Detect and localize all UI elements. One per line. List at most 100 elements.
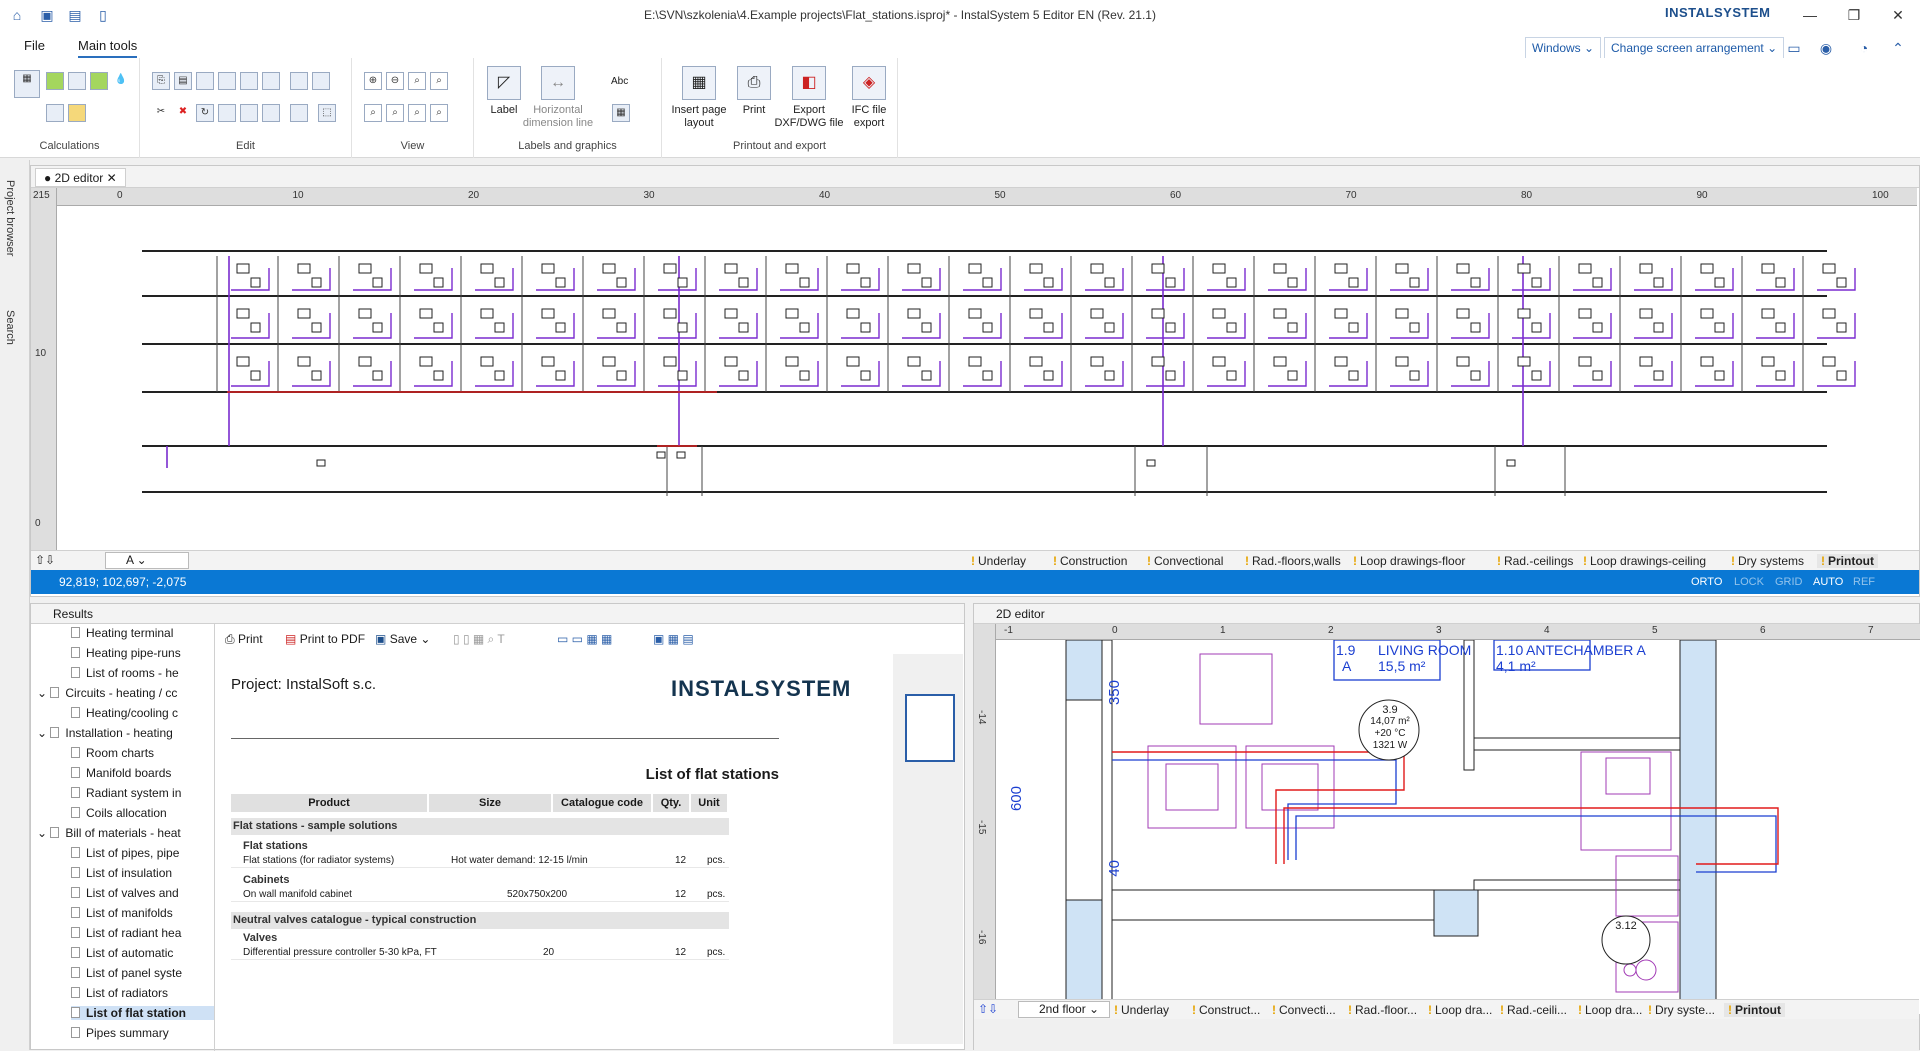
tree-item[interactable]: Coils allocation	[71, 806, 214, 820]
move-icon[interactable]	[240, 104, 258, 122]
mirror-icon[interactable]	[218, 104, 236, 122]
layer-loop-ceiling[interactable]: Loop drawings-ceiling	[1583, 554, 1706, 568]
report-tools-icon[interactable]: ▯ ▯ ▦ ⌕ T	[453, 632, 505, 647]
tree-item[interactable]: List of radiators	[71, 986, 214, 1000]
tree-item[interactable]: Manifold boards	[71, 766, 214, 780]
page-thumbnail[interactable]	[905, 694, 955, 762]
mode-orto[interactable]: ORTO	[1691, 570, 1722, 594]
tree-item[interactable]: Room charts	[71, 746, 214, 760]
zoom-extents-icon[interactable]: ⌕	[430, 72, 448, 90]
mode-grid[interactable]: GRID	[1775, 570, 1803, 594]
mode-auto[interactable]: AUTO	[1813, 570, 1843, 594]
tree-item[interactable]: List of manifolds	[71, 906, 214, 920]
array-icon[interactable]	[262, 104, 280, 122]
edit-tool-icon[interactable]	[196, 72, 214, 90]
search-tab[interactable]: Search	[4, 310, 16, 345]
close-button[interactable]: ✕	[1878, 4, 1918, 26]
layer-loop-ceiling[interactable]: Loop dra...	[1578, 1003, 1642, 1017]
mode-lock[interactable]: LOCK	[1734, 570, 1764, 594]
layer-underlay[interactable]: Underlay	[1114, 1003, 1169, 1017]
select-icon[interactable]: ⬚	[318, 104, 336, 122]
zoom-in-icon[interactable]: ⊕	[364, 72, 382, 90]
editor-tab[interactable]: ● 2D editor ✕	[35, 168, 126, 187]
page-view-icon[interactable]: ▣ ▦ ▤	[653, 632, 694, 646]
project-browser-tab[interactable]: Project browser	[4, 180, 16, 256]
tree-item[interactable]: Radiant system in	[71, 786, 214, 800]
export-dxf-button[interactable]: ◧ Export DXF/DWG file	[774, 66, 844, 130]
layer-printout[interactable]: Printout	[1724, 1003, 1785, 1017]
tree-item[interactable]: List of rooms - he	[71, 666, 214, 680]
floor-select[interactable]: A ⌄	[105, 552, 189, 569]
collapse-ribbon-icon[interactable]: ⌃	[1886, 37, 1910, 59]
layer-convectional[interactable]: Convecti...	[1272, 1003, 1336, 1017]
tree-item[interactable]: Heating/cooling c	[71, 706, 214, 720]
view-layout-icon[interactable]: ▭ ▭ ▦ ▦	[557, 632, 612, 646]
open-icon[interactable]: ▤	[66, 6, 84, 24]
text-style-button[interactable]: Abc	[611, 76, 628, 87]
calc-tool-icon[interactable]	[46, 104, 64, 122]
print-button[interactable]: ⎙ Print	[225, 632, 263, 647]
tree-item[interactable]: Heating pipe-runs	[71, 646, 214, 660]
pan-icon[interactable]: ⌕	[430, 104, 448, 122]
zoom-out-icon[interactable]: ⊖	[386, 72, 404, 90]
expand-icon[interactable]: ⌄	[37, 826, 50, 840]
tree-item[interactable]: List of panel syste	[71, 966, 214, 980]
zoom-next-icon[interactable]: ⌕	[408, 104, 426, 122]
tree-item[interactable]: List of automatic	[71, 946, 214, 960]
save-icon[interactable]: ▣	[38, 6, 56, 24]
layer-construction[interactable]: Construct...	[1192, 1003, 1260, 1017]
restore-button[interactable]: ❐	[1834, 4, 1874, 26]
print-button[interactable]: ⎙ Print	[734, 66, 774, 117]
tree-item[interactable]: List of valves and	[71, 886, 214, 900]
tree-item[interactable]: List of pipes, pipe	[71, 846, 214, 860]
table-icon[interactable]: ▦	[612, 104, 630, 122]
rotate-icon[interactable]: ↻	[196, 104, 214, 122]
tree-item[interactable]: Heating terminal	[71, 626, 214, 640]
tree-item[interactable]: List of insulation	[71, 866, 214, 880]
delete-icon[interactable]: ✖	[174, 104, 192, 122]
tree-item[interactable]: List of radiant hea	[71, 926, 214, 940]
layer-rad-ceilings[interactable]: Rad.-ceilings	[1497, 554, 1573, 568]
mode-ref[interactable]: REF	[1853, 570, 1875, 594]
calc-yellow-icon[interactable]	[68, 104, 86, 122]
monitor-icon[interactable]: ▭	[1782, 37, 1806, 59]
tree-item[interactable]: List of flat station	[71, 1006, 214, 1020]
database-icon[interactable]: ◉	[1814, 37, 1838, 59]
tree-item[interactable]: ⌄ Installation - heating	[37, 726, 214, 740]
paste-icon[interactable]: ▤	[174, 72, 192, 90]
layer-icon[interactable]	[312, 72, 330, 90]
horizontal-dimension-button[interactable]: ↔ Horizontal dimension line	[516, 66, 600, 130]
drop-icon[interactable]: 💧	[112, 72, 130, 90]
minimize-button[interactable]: —	[1790, 4, 1830, 26]
expand-icon[interactable]: ⌄	[37, 726, 50, 740]
calc-check-icon[interactable]	[90, 72, 108, 90]
ifc-export-button[interactable]: ◈ IFC file export	[844, 66, 894, 130]
scroll-icon[interactable]: ⇧⇩	[978, 1002, 998, 1016]
tree-item[interactable]: ⌄ Circuits - heating / cc	[37, 686, 214, 700]
edit-tool-icon[interactable]	[218, 72, 236, 90]
snap-icon[interactable]	[290, 104, 308, 122]
floor-plan-canvas[interactable]: 1.9 LIVING ROOM A 15,5 m² 1.10 ANTECHAMB…	[996, 640, 1920, 1014]
insert-page-layout-button[interactable]: ▦ Insert page layout	[668, 66, 730, 130]
zoom-prev-icon[interactable]: ⌕	[386, 104, 404, 122]
cut-icon[interactable]: ✂	[152, 104, 170, 122]
calc-icon[interactable]	[68, 72, 86, 90]
zoom-all-icon[interactable]: ⌕	[364, 104, 382, 122]
calculations-icon[interactable]: ▦	[14, 70, 40, 98]
align-icon[interactable]	[262, 72, 280, 90]
layer-rad-floors[interactable]: Rad.-floor...	[1348, 1003, 1417, 1017]
expand-icon[interactable]: ⌄	[37, 686, 50, 700]
align-icon[interactable]	[290, 72, 308, 90]
edit-tool-icon[interactable]	[240, 72, 258, 90]
tree-item[interactable]: ⌄ Bill of materials - heat	[37, 826, 214, 840]
results-tree[interactable]: Heating terminal Heating pipe-runs List of…	[31, 624, 215, 1051]
layer-loop-floor[interactable]: Loop dra...	[1428, 1003, 1492, 1017]
layer-underlay[interactable]: Underlay	[971, 554, 1026, 568]
help-icon[interactable]: ◔	[1852, 37, 1876, 59]
scroll-up-icon[interactable]: ⇧⇩	[35, 553, 55, 567]
zoom-window-icon[interactable]: ⌕	[408, 72, 426, 90]
layer-printout[interactable]: Printout	[1817, 554, 1878, 568]
menu-file[interactable]: File	[24, 38, 45, 53]
new-icon[interactable]: ▯	[94, 6, 112, 24]
windows-dropdown[interactable]: Windows ⌄	[1525, 37, 1602, 59]
